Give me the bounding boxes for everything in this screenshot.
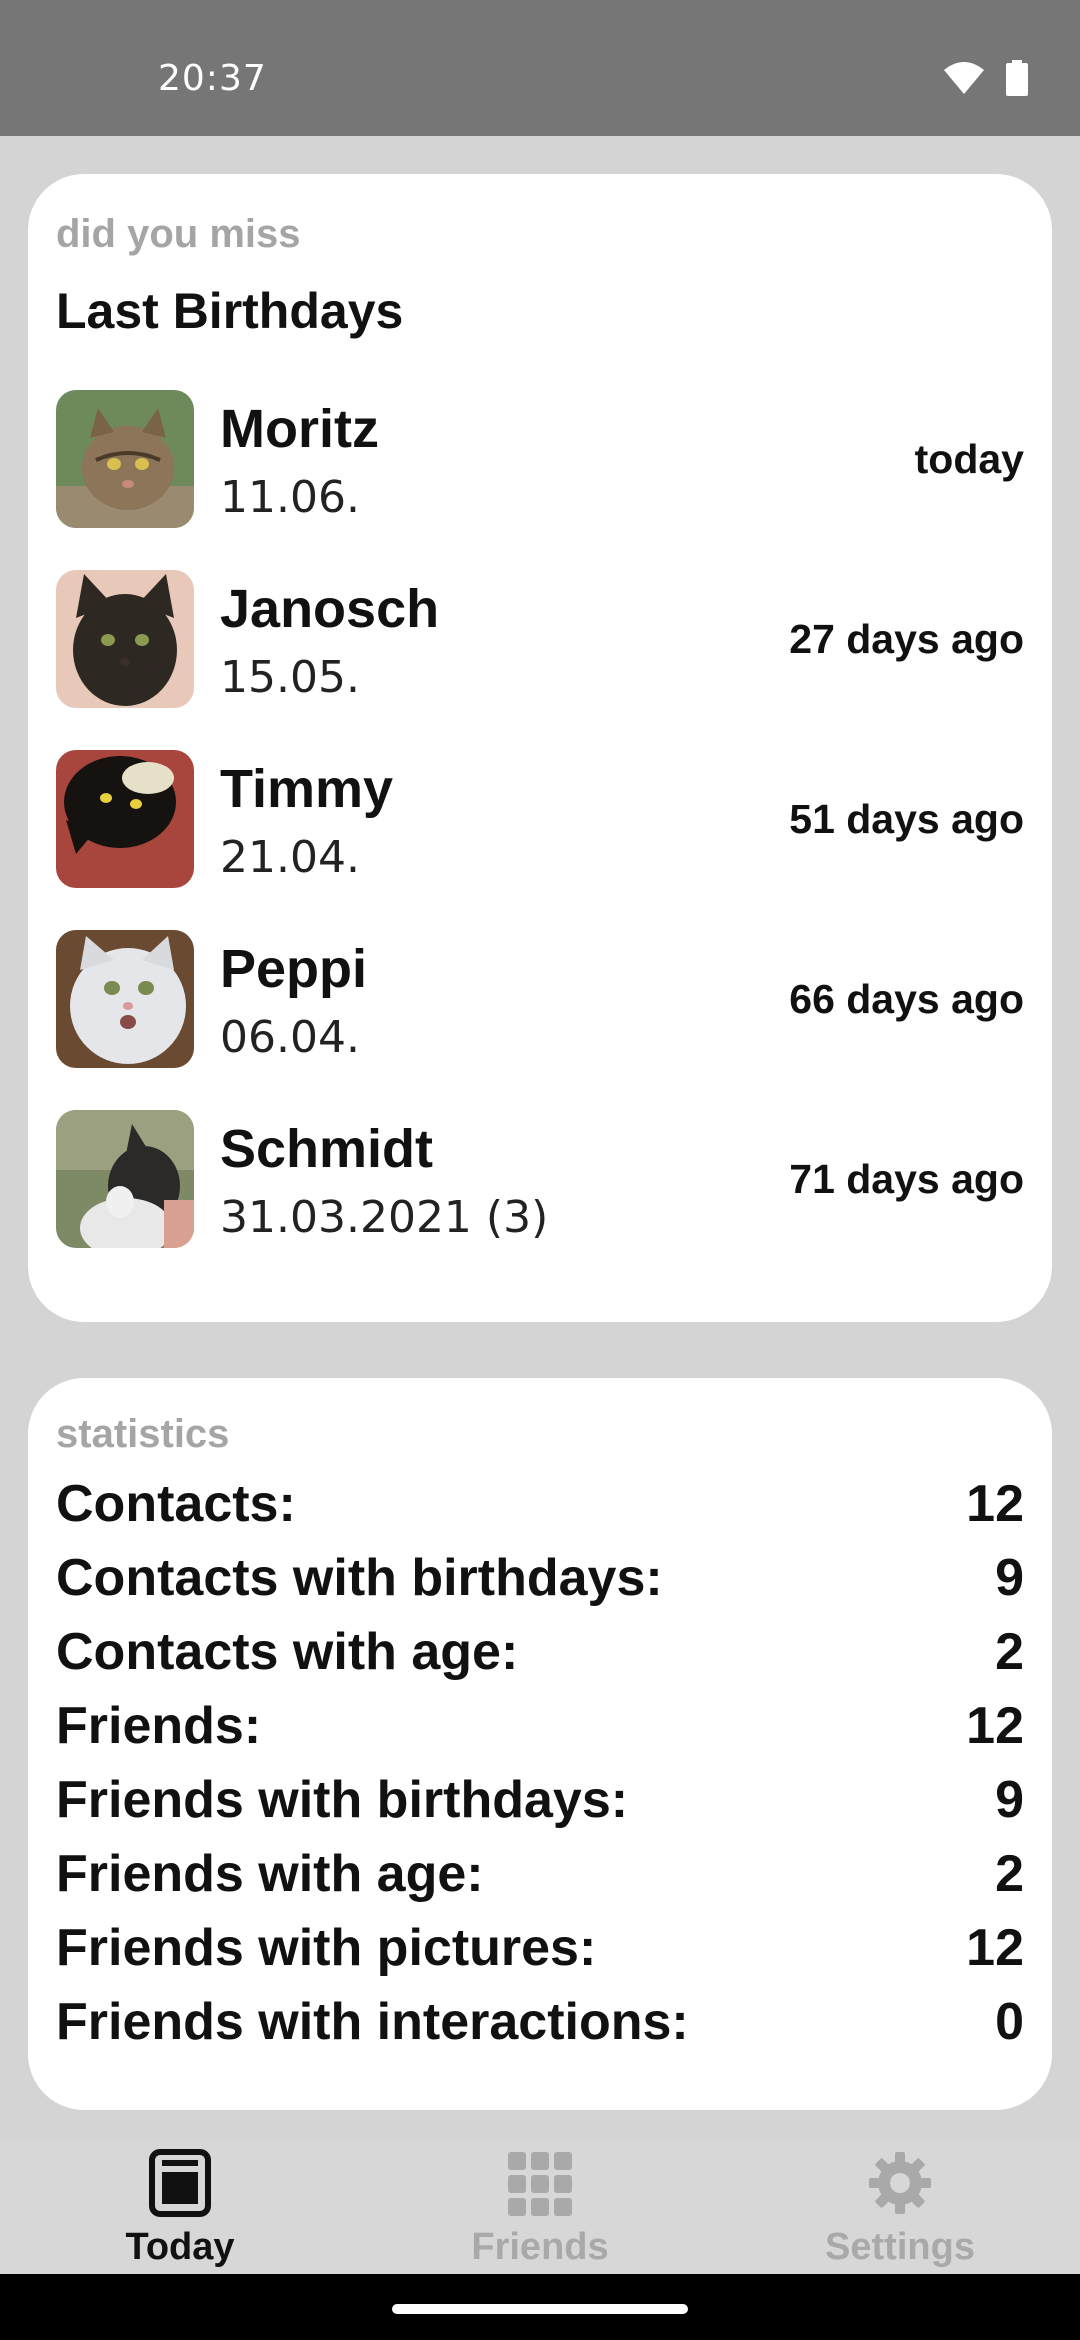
stat-value: 2 bbox=[995, 1623, 1024, 1681]
contact-name: Schmidt bbox=[220, 1119, 434, 1179]
days-ago: 71 days ago bbox=[789, 1156, 1024, 1202]
status-bar: 20:37 bbox=[0, 0, 1080, 136]
avatar bbox=[56, 1110, 194, 1248]
card-overline: did you miss bbox=[56, 212, 301, 256]
stat-label: Friends: bbox=[56, 1697, 262, 1755]
stat-label: Friends with age: bbox=[56, 1845, 484, 1903]
stat-label: Friends with pictures: bbox=[56, 1919, 597, 1977]
contact-name: Timmy bbox=[220, 759, 394, 819]
birthday-date: 06.04. bbox=[220, 1012, 360, 1063]
nav-label: Today bbox=[125, 2226, 235, 2268]
contact-name: Moritz bbox=[220, 399, 379, 459]
stat-value: 9 bbox=[995, 1549, 1024, 1607]
days-ago: 51 days ago bbox=[789, 796, 1024, 842]
birthday-date: 31.03.2021 (3) bbox=[220, 1192, 549, 1243]
stat-value: 12 bbox=[966, 1919, 1024, 1977]
avatar bbox=[56, 750, 194, 888]
birthday-row[interactable]: Janosch 15.05. 27 days ago bbox=[56, 570, 1024, 710]
nav-label: Friends bbox=[471, 2226, 609, 2268]
card-title: Last Birthdays bbox=[56, 283, 404, 339]
stat-row: Friends: 12 bbox=[56, 1696, 1024, 1770]
battery-icon bbox=[1006, 60, 1028, 101]
today-icon bbox=[148, 2148, 212, 2218]
days-ago: 66 days ago bbox=[789, 976, 1024, 1022]
days-ago: 27 days ago bbox=[789, 616, 1024, 662]
stat-label: Contacts with birthdays: bbox=[56, 1549, 663, 1607]
birthday-row[interactable]: Moritz 11.06. today bbox=[56, 390, 1024, 530]
nav-settings[interactable]: Settings bbox=[720, 2140, 1080, 2274]
stat-value: 12 bbox=[966, 1475, 1024, 1533]
last-birthdays-card: did you miss Last Birthdays Moritz 11.06… bbox=[28, 174, 1052, 1322]
stat-row: Friends with birthdays: 9 bbox=[56, 1770, 1024, 1844]
stat-label: Contacts: bbox=[56, 1475, 296, 1533]
stat-label: Friends with interactions: bbox=[56, 1993, 689, 2051]
stat-row: Contacts: 12 bbox=[56, 1474, 1024, 1548]
contact-name: Peppi bbox=[220, 939, 368, 999]
nav-today[interactable]: Today bbox=[0, 2140, 360, 2274]
stat-row: Contacts with birthdays: 9 bbox=[56, 1548, 1024, 1622]
birthday-date: 21.04. bbox=[220, 832, 360, 883]
nav-label: Settings bbox=[825, 2226, 975, 2268]
stat-label: Friends with birthdays: bbox=[56, 1771, 629, 1829]
birthday-date: 15.05. bbox=[220, 652, 360, 703]
card-overline: statistics bbox=[56, 1412, 230, 1456]
stat-row: Friends with age: 2 bbox=[56, 1844, 1024, 1918]
gear-icon bbox=[868, 2148, 932, 2218]
birthday-row[interactable]: Schmidt 31.03.2021 (3) 71 days ago bbox=[56, 1110, 1024, 1250]
avatar bbox=[56, 570, 194, 708]
wifi-icon bbox=[944, 62, 984, 99]
home-handle[interactable] bbox=[392, 2304, 688, 2314]
statistics-card: statistics Contacts: 12 Contacts with bi… bbox=[28, 1378, 1052, 2110]
system-gesture-bar bbox=[0, 2274, 1080, 2340]
stat-row: Contacts with age: 2 bbox=[56, 1622, 1024, 1696]
stat-row: Friends with pictures: 12 bbox=[56, 1918, 1024, 1992]
stat-value: 12 bbox=[966, 1697, 1024, 1755]
stat-value: 0 bbox=[995, 1993, 1024, 2051]
avatar bbox=[56, 390, 194, 528]
birthday-row[interactable]: Peppi 06.04. 66 days ago bbox=[56, 930, 1024, 1070]
contact-name: Janosch bbox=[220, 579, 440, 639]
stat-label: Contacts with age: bbox=[56, 1623, 519, 1681]
days-ago: today bbox=[914, 436, 1024, 482]
birthday-row[interactable]: Timmy 21.04. 51 days ago bbox=[56, 750, 1024, 890]
grid-icon bbox=[508, 2148, 572, 2218]
stat-value: 2 bbox=[995, 1845, 1024, 1903]
birthday-date: 11.06. bbox=[220, 472, 360, 523]
stat-row: Friends with interactions: 0 bbox=[56, 1992, 1024, 2066]
stat-value: 9 bbox=[995, 1771, 1024, 1829]
bottom-navigation: Today Friends Settings bbox=[0, 2140, 1080, 2274]
status-time: 20:37 bbox=[158, 58, 267, 99]
nav-friends[interactable]: Friends bbox=[360, 2140, 720, 2274]
avatar bbox=[56, 930, 194, 1068]
